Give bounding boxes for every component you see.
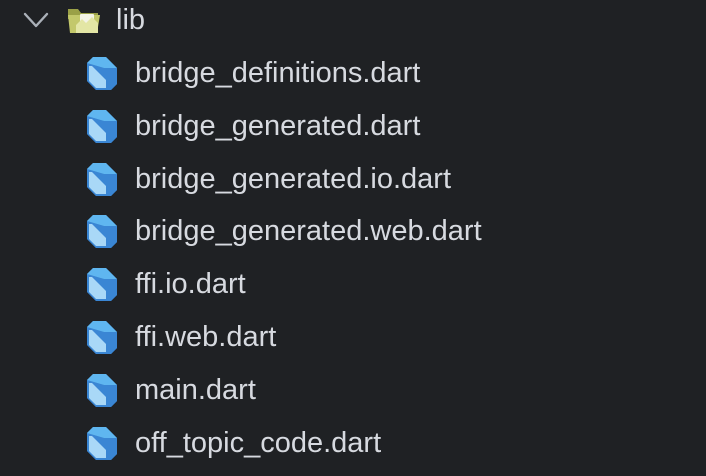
file-label: off_topic_code.dart (135, 426, 382, 459)
folder-row-lib[interactable]: lib (0, 0, 706, 47)
file-row[interactable]: ffi.web.dart (0, 312, 706, 364)
folder-open-icon (68, 9, 100, 33)
file-label: bridge_generated.io.dart (135, 162, 452, 195)
file-row[interactable]: bridge_definitions.dart (0, 48, 706, 100)
file-row[interactable]: bridge_generated.dart (0, 101, 706, 153)
file-explorer: lib bridge_definitions.dart bridge_genera… (0, 0, 706, 476)
dart-icon (87, 426, 117, 460)
file-row[interactable]: bridge_generated.web.dart (0, 206, 706, 258)
file-label: main.dart (135, 373, 256, 406)
file-label: bridge_definitions.dart (135, 57, 421, 89)
file-label: ffi.io.dart (135, 268, 246, 301)
chevron-down-icon[interactable] (22, 8, 50, 32)
dart-icon (87, 109, 117, 143)
file-label: ffi.web.dart (135, 321, 277, 353)
file-row[interactable]: bridge_generated.io.dart (0, 154, 706, 206)
file-label: bridge_generated.dart (135, 109, 421, 142)
file-row[interactable]: main.dart (0, 365, 706, 417)
dart-icon (87, 321, 117, 354)
file-label: bridge_generated.web.dart (135, 215, 482, 248)
dart-icon (87, 215, 117, 249)
dart-icon (87, 57, 117, 90)
folder-label: lib (116, 4, 146, 36)
dart-icon (87, 268, 117, 302)
dart-icon (87, 162, 117, 196)
dart-icon (87, 373, 117, 407)
file-row[interactable]: off_topic_code.dart (0, 418, 706, 470)
file-row[interactable]: ffi.io.dart (0, 259, 706, 311)
